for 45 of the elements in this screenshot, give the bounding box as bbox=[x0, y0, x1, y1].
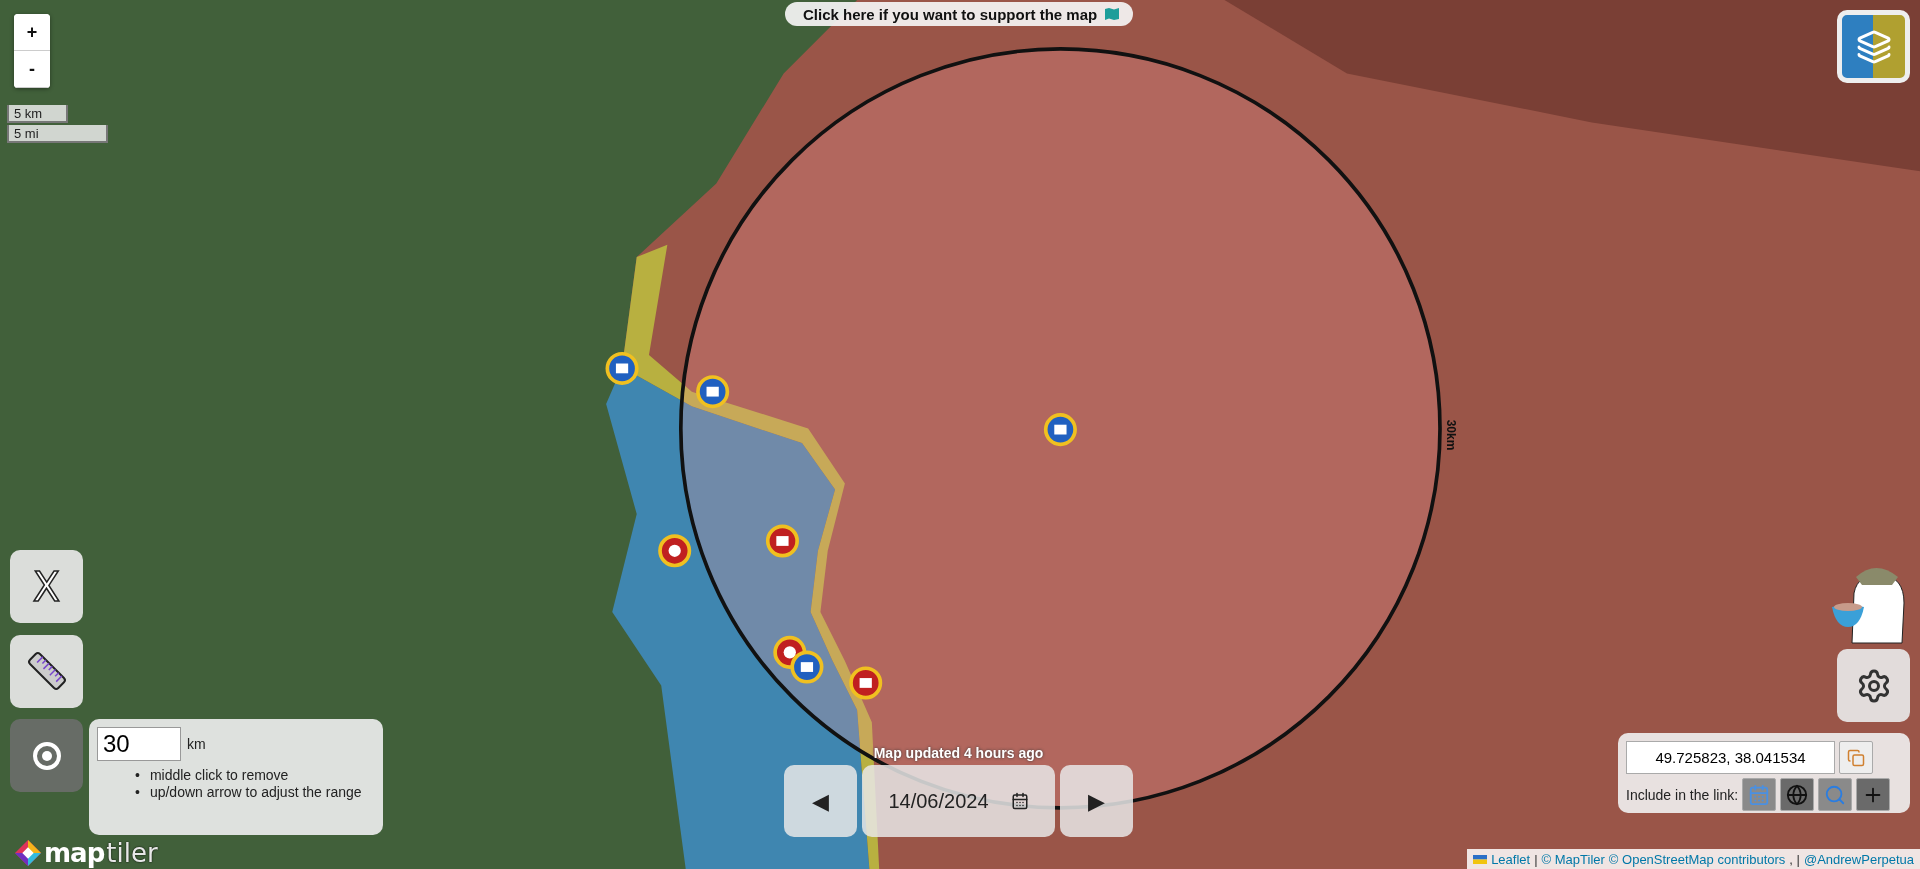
unit-label: km bbox=[187, 736, 206, 752]
bullet-mark: • bbox=[135, 767, 140, 784]
date-toggle-button[interactable] bbox=[1742, 778, 1777, 811]
previous-date-button[interactable]: ◀ bbox=[784, 765, 857, 837]
support-map-button[interactable]: Click here if you want to support the map bbox=[785, 2, 1134, 26]
scale-bar: 5 km bbox=[7, 105, 68, 123]
calendar-icon bbox=[1010, 792, 1029, 810]
attribution-link[interactable]: © OpenStreetMap contributors bbox=[1608, 851, 1786, 867]
coordinates-field[interactable]: 49.725823, 38.041534 bbox=[1626, 741, 1835, 774]
target-icon bbox=[30, 739, 63, 772]
globe-icon bbox=[1786, 783, 1809, 806]
range-input[interactable]: 30 bbox=[97, 727, 181, 761]
next-date-button[interactable]: ▶ bbox=[1060, 765, 1133, 837]
calendar-icon bbox=[1748, 783, 1771, 806]
hint-text: up/down arrow to adjust the range bbox=[149, 784, 362, 801]
position-toggle-button[interactable] bbox=[1856, 778, 1891, 811]
attribution-link[interactable]: Leaflet bbox=[1491, 851, 1531, 867]
logo-mark-icon bbox=[14, 839, 42, 867]
maptiler-logo[interactable]: maptiler bbox=[14, 838, 158, 868]
target-marker-icon[interactable] bbox=[658, 534, 692, 568]
search-icon bbox=[1824, 783, 1847, 806]
map-icon bbox=[1105, 8, 1120, 20]
hint-text: middle click to remove bbox=[149, 767, 289, 784]
update-note: Map updated 4 hours ago bbox=[872, 745, 1045, 761]
target-tool-button[interactable] bbox=[10, 719, 83, 792]
settings-button[interactable] bbox=[1837, 649, 1910, 722]
include-label: Include in the link: bbox=[1626, 786, 1739, 803]
zoom-in-button[interactable]: + bbox=[14, 14, 50, 51]
layers-icon bbox=[1855, 28, 1892, 65]
world-toggle-button[interactable] bbox=[1780, 778, 1815, 811]
clipboard-icon bbox=[1847, 748, 1865, 767]
zoom-toggle-button[interactable] bbox=[1818, 778, 1853, 811]
attribution-link[interactable]: © MapTiler bbox=[1541, 851, 1605, 867]
ruler-tool-button[interactable] bbox=[10, 634, 83, 708]
flag-icon bbox=[1473, 854, 1488, 864]
layers-button[interactable] bbox=[1837, 10, 1910, 83]
range-label: 30km bbox=[1444, 419, 1459, 451]
attribution-link[interactable]: @AndrewPerpetua bbox=[1803, 851, 1914, 867]
date-field[interactable]: 14/06/2024 bbox=[862, 765, 1055, 837]
scale-bar: 5 mi bbox=[7, 125, 108, 143]
separator-text: , | bbox=[1789, 851, 1800, 867]
bullet-mark: • bbox=[135, 784, 140, 801]
map-drawing[interactable] bbox=[0, 0, 1920, 869]
separator-text: | bbox=[1534, 851, 1538, 867]
zoom-out-button[interactable]: - bbox=[14, 51, 50, 88]
